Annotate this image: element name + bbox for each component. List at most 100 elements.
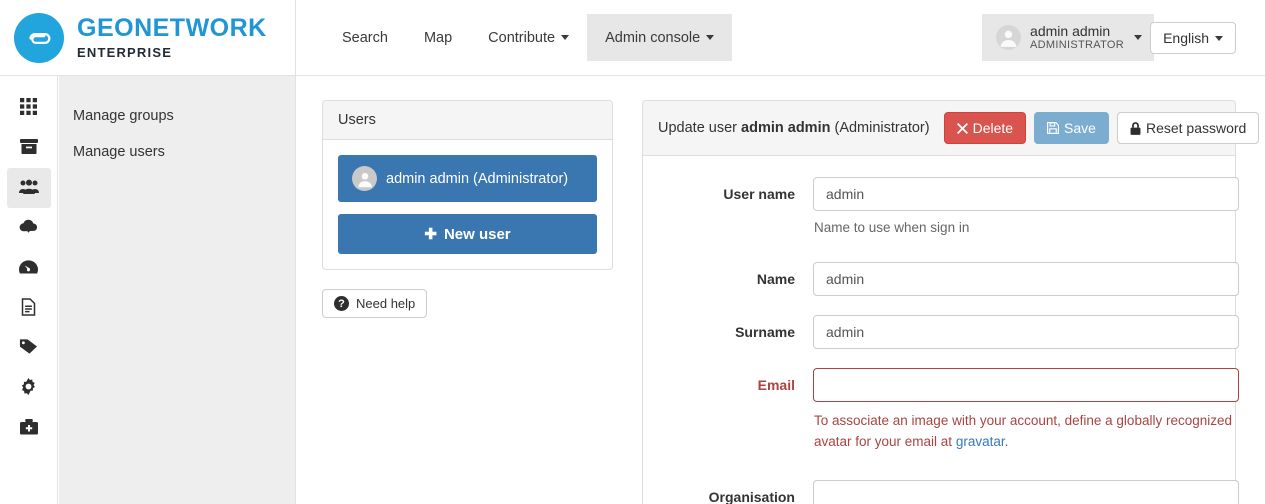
- plus-icon: ✚: [424, 226, 437, 243]
- rail-item-grid-apps[interactable]: [7, 88, 51, 128]
- user-form-title-prefix: Update user: [658, 120, 742, 136]
- users-column: Users admin admin (Administrator) ✚ New …: [322, 100, 613, 504]
- lock-icon: [1130, 121, 1141, 135]
- surname-input[interactable]: [813, 315, 1239, 349]
- email-help-text-before: To associate an image with your account,…: [814, 413, 1232, 449]
- email-help-text: To associate an image with your account,…: [814, 411, 1234, 453]
- gravatar-link[interactable]: gravatar: [956, 434, 1005, 449]
- chevron-down-icon: [561, 35, 570, 40]
- language-selector[interactable]: English: [1150, 22, 1236, 54]
- form-label-email: Email: [757, 377, 795, 393]
- dashboard-gauge-icon: [19, 259, 38, 278]
- nav-item-admin-console[interactable]: Admin console: [587, 14, 733, 61]
- user-form-column: Update user admin admin (Administrator) …: [642, 100, 1260, 504]
- user-form-body: User name Name to use when sign in Name: [643, 156, 1239, 504]
- nav-item-contribute[interactable]: Contribute: [470, 14, 587, 61]
- archive-box-icon: [19, 138, 38, 159]
- rail-item-cloud-download[interactable]: [7, 208, 51, 248]
- user-form-panel: Update user admin admin (Administrator) …: [642, 100, 1260, 504]
- brand-title: GEONETWORK: [77, 14, 267, 42]
- rail-item-tags[interactable]: [7, 328, 51, 368]
- name-input[interactable]: [813, 262, 1239, 296]
- admin-icon-rail: [0, 76, 58, 504]
- chevron-down-icon: [1134, 35, 1142, 40]
- users-panel-body: admin admin (Administrator) ✚ New user: [323, 140, 612, 269]
- users-panel-header: Users: [323, 101, 612, 140]
- nav-item-search[interactable]: Search: [324, 14, 406, 61]
- user-form-title: Update user admin admin (Administrator): [658, 120, 930, 136]
- rail-item-archive[interactable]: [7, 128, 51, 168]
- organisation-input[interactable]: [813, 479, 1239, 504]
- question-circle-icon: ?: [334, 296, 349, 311]
- admin-console-page: GEONETWORK ENTERPRISE Search Map Contrib…: [0, 0, 1265, 504]
- form-label-organisation: Organisation: [708, 488, 795, 504]
- user-menu[interactable]: admin admin ADMINISTRATOR: [982, 14, 1154, 61]
- paperclip-icon: [14, 12, 64, 63]
- sidebar-item-manage-groups[interactable]: Manage groups: [59, 98, 295, 134]
- reset-password-button-label: Reset password: [1145, 120, 1247, 136]
- brand-header[interactable]: GEONETWORK ENTERPRISE: [0, 0, 296, 76]
- form-row-organisation: Organisation: [643, 479, 1239, 504]
- email-input[interactable]: [813, 368, 1239, 402]
- document-icon: [21, 297, 36, 319]
- rail-item-medkit[interactable]: [7, 408, 51, 448]
- medkit-icon: [19, 418, 38, 438]
- new-user-button[interactable]: ✚ New user: [338, 214, 597, 254]
- form-row-surname: Surname: [643, 315, 1239, 349]
- gear-icon: [20, 378, 37, 398]
- nav-item-label: Admin console: [605, 29, 701, 46]
- rail-item-settings[interactable]: [7, 368, 51, 408]
- delete-button[interactable]: Delete: [943, 112, 1027, 144]
- save-button-label: Save: [1064, 120, 1096, 136]
- nav-item-label: Map: [423, 29, 453, 46]
- user-form-title-suffix: (Administrator): [830, 120, 930, 136]
- sidebar-item-label: Manage groups: [73, 108, 174, 124]
- new-user-button-label: New user: [443, 225, 511, 243]
- users-panel-title: Users: [338, 112, 376, 128]
- brand-subtitle: ENTERPRISE: [77, 45, 173, 60]
- delete-button-label: Delete: [972, 120, 1014, 136]
- nav-item-label: Contribute: [488, 29, 556, 46]
- user-avatar-icon: [352, 166, 377, 191]
- floppy-disk-icon: [1047, 122, 1060, 134]
- rail-item-dashboard[interactable]: [7, 248, 51, 288]
- grid-apps-icon: [20, 98, 37, 118]
- username-help-text: Name to use when sign in: [814, 220, 970, 235]
- user-form-header: Update user admin admin (Administrator) …: [643, 101, 1260, 156]
- user-form-title-name: admin admin: [741, 120, 831, 136]
- main-content: Users admin admin (Administrator) ✚ New …: [296, 76, 1265, 504]
- save-button[interactable]: Save: [1034, 112, 1109, 144]
- users-group-icon: [18, 178, 39, 199]
- username-input[interactable]: [813, 177, 1239, 211]
- user-menu-name: admin admin: [1030, 23, 1111, 40]
- form-label-username: User name: [723, 186, 795, 202]
- nav-item-label: Search: [342, 29, 388, 46]
- user-form-actions: Delete Save Reset password: [943, 112, 1260, 144]
- main-navigation: Search Map Contribute Admin console: [324, 14, 733, 61]
- need-help-button[interactable]: ? Need help: [322, 289, 428, 318]
- chevron-down-icon: [706, 35, 715, 40]
- user-menu-role: ADMINISTRATOR: [1030, 39, 1124, 52]
- form-label-name: Name: [756, 271, 795, 287]
- form-row-username: User name Name to use when sign in: [643, 177, 1239, 235]
- nav-item-map[interactable]: Map: [406, 14, 470, 61]
- rail-item-users[interactable]: [6, 168, 51, 208]
- form-row-name: Name: [643, 262, 1239, 296]
- email-help-text-after: .: [1004, 433, 1009, 449]
- times-icon: [956, 122, 968, 134]
- top-bar: Search Map Contribute Admin console admi…: [296, 0, 1265, 76]
- tags-icon: [19, 338, 38, 358]
- form-label-surname: Surname: [735, 324, 795, 340]
- list-item[interactable]: admin admin (Administrator): [338, 155, 597, 202]
- admin-sub-navigation: Manage groups Manage users: [59, 76, 296, 504]
- sidebar-item-manage-users[interactable]: Manage users: [59, 134, 295, 170]
- users-panel: Users admin admin (Administrator) ✚ New …: [322, 100, 613, 270]
- cloud-download-icon: [19, 219, 38, 238]
- list-item-label: admin admin (Administrator): [386, 170, 569, 187]
- rail-item-document[interactable]: [7, 288, 51, 328]
- reset-password-button[interactable]: Reset password: [1116, 112, 1260, 144]
- need-help-label: Need help: [356, 296, 416, 311]
- form-row-email: Email To associate an image with your ac…: [643, 368, 1239, 453]
- sidebar-item-label: Manage users: [73, 144, 165, 160]
- language-selector-label: English: [1163, 30, 1209, 46]
